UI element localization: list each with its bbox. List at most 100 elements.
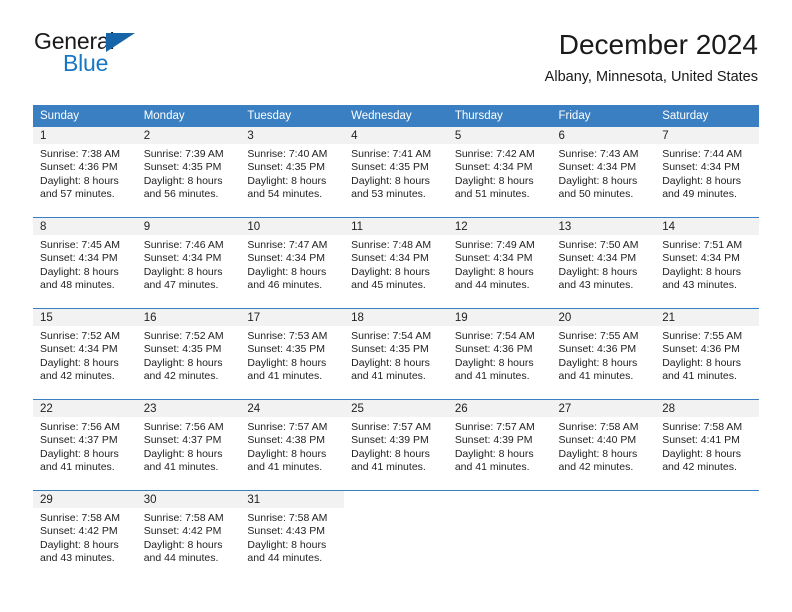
- daylight-line-2: and 41 minutes.: [558, 370, 634, 383]
- daylight-line-2: and 49 minutes.: [662, 188, 737, 201]
- daylight-line-2: and 45 minutes.: [351, 279, 426, 292]
- day-details: Sunrise: 7:52 AM Sunset: 4:34 PM Daylight:…: [33, 326, 137, 384]
- daylight-line-2: and 43 minutes.: [662, 279, 737, 292]
- day-number: 17: [240, 309, 345, 326]
- daylight-line-1: Daylight: 8 hours: [40, 447, 119, 460]
- calendar-day-cell[interactable]: 29 Sunrise: 7:58 AM Sunset: 4:42 PM Dayligh…: [33, 490, 137, 571]
- calendar-day-cell[interactable]: 13 Sunrise: 7:50 AM Sunset: 4:34 PM Dayligh…: [551, 217, 656, 298]
- calendar-day-cell[interactable]: 14 Sunrise: 7:51 AM Sunset: 4:34 PM Dayligh…: [655, 217, 759, 298]
- sunrise-time: Sunrise: 7:55 AM: [558, 330, 639, 342]
- weekday-header-monday: Monday: [136, 105, 241, 127]
- daylight-line-1: Daylight: 8 hours: [143, 174, 223, 187]
- calendar-day-cell[interactable]: 31 Sunrise: 7:58 AM Sunset: 4:43 PM Dayligh…: [240, 490, 345, 571]
- calendar-day-cell[interactable]: 9 Sunrise: 7:46 AM Sunset: 4:34 PM Daylight…: [136, 217, 241, 298]
- calendar-day-cell[interactable]: 20 Sunrise: 7:55 AM Sunset: 4:36 PM Dayligh…: [551, 308, 656, 389]
- day-number: 23: [136, 400, 241, 417]
- day-details: Sunrise: 7:40 AM Sunset: 4:35 PM Daylight:…: [240, 144, 344, 202]
- daylight-line-2: and 42 minutes.: [40, 370, 115, 383]
- daylight-line-1: Daylight: 8 hours: [454, 356, 534, 369]
- calendar-day-cell[interactable]: 23 Sunrise: 7:56 AM Sunset: 4:37 PM Dayligh…: [136, 399, 241, 480]
- day-number: 10: [240, 218, 345, 235]
- calendar-day-cell[interactable]: 8 Sunrise: 7:45 AM Sunset: 4:34 PM Daylight…: [33, 217, 137, 298]
- logo-general-blue[interactable]: General Blue: [34, 28, 224, 86]
- calendar-day-cell[interactable]: 6 Sunrise: 7:43 AM Sunset: 4:34 PM Daylight…: [551, 127, 656, 207]
- sunset-time: Sunset: 4:34 PM: [558, 252, 637, 265]
- weekday-header-sunday: Sunday: [33, 105, 137, 127]
- calendar-day-cell[interactable]: 28 Sunrise: 7:58 AM Sunset: 4:41 PM Dayligh…: [655, 399, 759, 480]
- sunrise-time: Sunrise: 7:48 AM: [351, 239, 432, 251]
- calendar-day-cell[interactable]: 19 Sunrise: 7:54 AM Sunset: 4:36 PM Dayligh…: [447, 308, 552, 389]
- calendar-day-cell[interactable]: 26 Sunrise: 7:57 AM Sunset: 4:39 PM Dayligh…: [447, 399, 552, 480]
- calendar-day-cell[interactable]: 10 Sunrise: 7:47 AM Sunset: 4:34 PM Dayligh…: [240, 217, 345, 298]
- sunset-time: Sunset: 4:34 PM: [40, 343, 118, 356]
- daylight-line-1: Daylight: 8 hours: [454, 174, 534, 187]
- calendar-day-cell[interactable]: 12 Sunrise: 7:49 AM Sunset: 4:34 PM Dayligh…: [447, 217, 552, 298]
- daylight-line-1: Daylight: 8 hours: [454, 265, 534, 278]
- daylight-line-1: Daylight: 8 hours: [662, 447, 742, 460]
- sunrise-time: Sunrise: 7:38 AM: [40, 148, 120, 160]
- calendar-day-cell[interactable]: 3 Sunrise: 7:40 AM Sunset: 4:35 PM Daylight…: [240, 127, 345, 207]
- calendar-day-cell[interactable]: 30 Sunrise: 7:58 AM Sunset: 4:42 PM Dayligh…: [136, 490, 241, 571]
- sunrise-time: Sunrise: 7:49 AM: [454, 239, 535, 251]
- sunrise-time: Sunrise: 7:58 AM: [247, 512, 328, 524]
- daylight-line-2: and 44 minutes.: [247, 552, 323, 565]
- sunrise-time: Sunrise: 7:58 AM: [40, 512, 120, 524]
- week-separator: [33, 571, 759, 581]
- calendar-day-cell[interactable]: 18 Sunrise: 7:54 AM Sunset: 4:35 PM Dayligh…: [344, 308, 448, 389]
- sunrise-time: Sunrise: 7:58 AM: [558, 421, 639, 433]
- calendar-day-cell[interactable]: 24 Sunrise: 7:57 AM Sunset: 4:38 PM Dayligh…: [240, 399, 345, 480]
- day-number: 1: [33, 127, 137, 144]
- day-number: 22: [33, 400, 137, 417]
- day-number: 16: [136, 309, 241, 326]
- calendar-day-cell[interactable]: 2 Sunrise: 7:39 AM Sunset: 4:35 PM Daylight…: [136, 127, 241, 207]
- calendar-day-cell[interactable]: 16 Sunrise: 7:52 AM Sunset: 4:35 PM Dayligh…: [136, 308, 241, 389]
- daylight-line-1: Daylight: 8 hours: [351, 447, 430, 460]
- day-details: Sunrise: 7:58 AM Sunset: 4:40 PM Daylight:…: [552, 417, 656, 475]
- day-details: Sunrise: 7:39 AM Sunset: 4:35 PM Daylight:…: [137, 144, 241, 202]
- day-details: Sunrise: 7:42 AM Sunset: 4:34 PM Daylight:…: [448, 144, 552, 202]
- sunset-time: Sunset: 4:37 PM: [143, 434, 222, 447]
- daylight-line-1: Daylight: 8 hours: [40, 356, 119, 369]
- calendar-day-cell[interactable]: 7 Sunrise: 7:44 AM Sunset: 4:34 PM Daylight…: [655, 127, 759, 207]
- sunrise-time: Sunrise: 7:46 AM: [143, 239, 224, 251]
- sunrise-time: Sunrise: 7:45 AM: [40, 239, 120, 251]
- daylight-line-1: Daylight: 8 hours: [247, 265, 327, 278]
- weekday-header-tuesday: Tuesday: [240, 105, 345, 127]
- sunset-time: Sunset: 4:36 PM: [558, 343, 637, 356]
- sunrise-time: Sunrise: 7:51 AM: [662, 239, 743, 251]
- calendar-day-cell[interactable]: 15 Sunrise: 7:52 AM Sunset: 4:34 PM Dayligh…: [33, 308, 137, 389]
- calendar-day-cell[interactable]: 5 Sunrise: 7:42 AM Sunset: 4:34 PM Daylight…: [447, 127, 552, 207]
- calendar-day-cell[interactable]: 4 Sunrise: 7:41 AM Sunset: 4:35 PM Daylight…: [344, 127, 448, 207]
- daylight-line-2: and 44 minutes.: [454, 279, 530, 292]
- week-separator-line: [33, 480, 759, 491]
- day-number: [551, 491, 656, 508]
- daylight-line-2: and 48 minutes.: [40, 279, 115, 292]
- day-number: 31: [240, 491, 345, 508]
- daylight-line-1: Daylight: 8 hours: [662, 265, 742, 278]
- day-details: Sunrise: 7:55 AM Sunset: 4:36 PM Daylight:…: [655, 326, 759, 384]
- day-number: 7: [655, 127, 759, 144]
- day-details: Sunrise: 7:54 AM Sunset: 4:35 PM Daylight:…: [344, 326, 448, 384]
- calendar-day-cell[interactable]: 22 Sunrise: 7:56 AM Sunset: 4:37 PM Dayligh…: [33, 399, 137, 480]
- sunset-time: Sunset: 4:34 PM: [558, 161, 637, 174]
- daylight-line-1: Daylight: 8 hours: [247, 447, 327, 460]
- calendar-day-cell[interactable]: 1 Sunrise: 7:38 AM Sunset: 4:36 PM Daylight…: [33, 127, 137, 207]
- calendar-grid: Sunday Monday Tuesday Wednesday Thursday…: [33, 105, 759, 581]
- sunrise-time: Sunrise: 7:57 AM: [454, 421, 535, 433]
- calendar-day-cell[interactable]: 17 Sunrise: 7:53 AM Sunset: 4:35 PM Dayligh…: [240, 308, 345, 389]
- calendar-day-cell[interactable]: 25 Sunrise: 7:57 AM Sunset: 4:39 PM Dayligh…: [344, 399, 448, 480]
- daylight-line-1: Daylight: 8 hours: [558, 174, 638, 187]
- calendar-day-cell[interactable]: 11 Sunrise: 7:48 AM Sunset: 4:34 PM Dayligh…: [344, 217, 448, 298]
- week-separator-line: [33, 207, 759, 218]
- calendar-day-cell[interactable]: 21 Sunrise: 7:55 AM Sunset: 4:36 PM Dayligh…: [655, 308, 759, 389]
- day-number: 15: [33, 309, 137, 326]
- daylight-line-2: and 53 minutes.: [351, 188, 426, 201]
- page-subtitle: Albany, Minnesota, United States: [544, 69, 758, 85]
- calendar-week-row: 29 Sunrise: 7:58 AM Sunset: 4:42 PM Dayligh…: [33, 490, 759, 571]
- day-details: Sunrise: 7:53 AM Sunset: 4:35 PM Daylight:…: [240, 326, 344, 384]
- daylight-line-2: and 51 minutes.: [454, 188, 530, 201]
- sunset-time: Sunset: 4:35 PM: [247, 161, 326, 174]
- calendar-day-cell-empty: [551, 490, 656, 571]
- calendar-day-cell[interactable]: 27 Sunrise: 7:58 AM Sunset: 4:40 PM Dayligh…: [551, 399, 656, 480]
- day-details: Sunrise: 7:55 AM Sunset: 4:36 PM Daylight:…: [552, 326, 656, 384]
